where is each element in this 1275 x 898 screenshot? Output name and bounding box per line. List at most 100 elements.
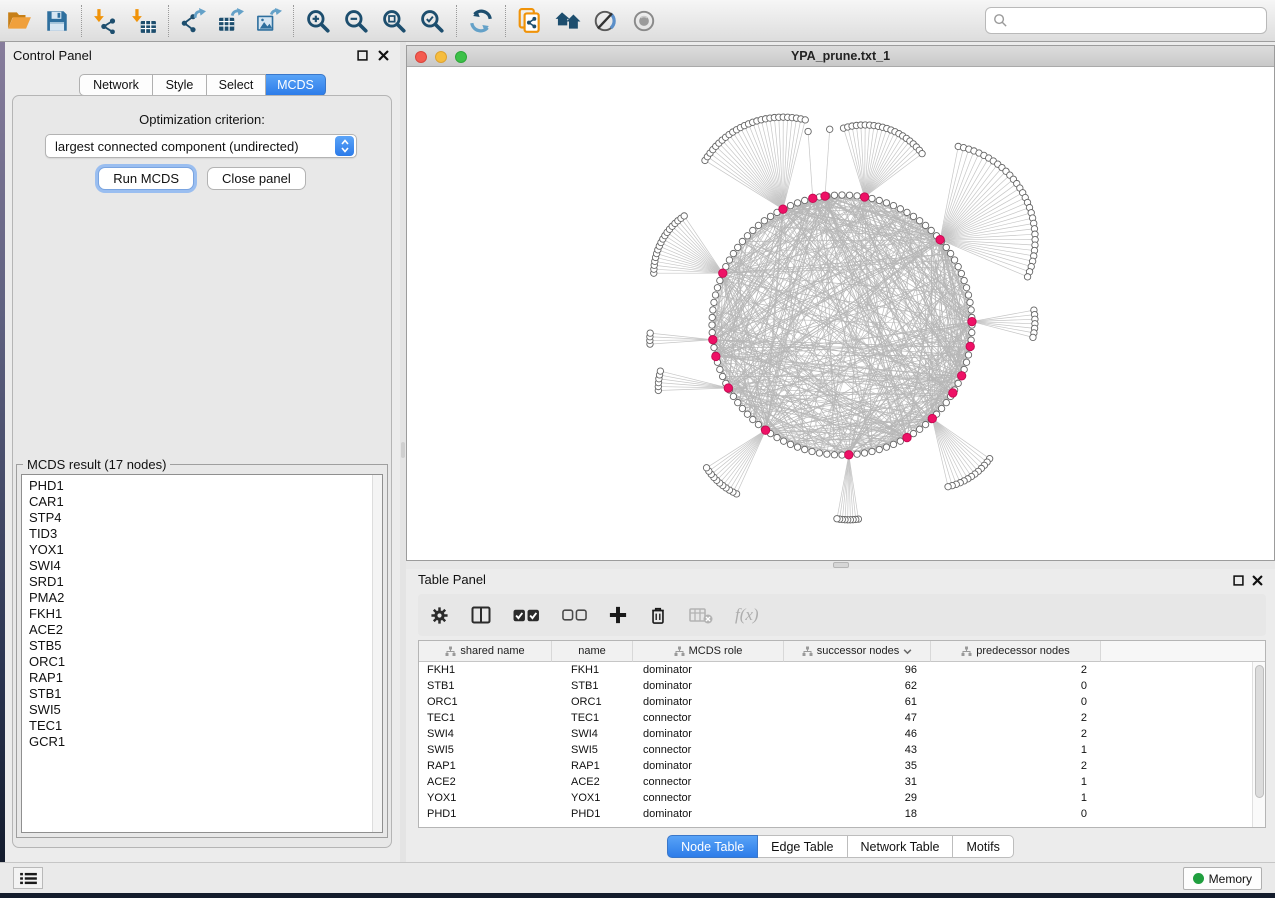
mcds-result-item[interactable]: TID3 bbox=[22, 526, 382, 542]
table-row[interactable]: PHD1PHD1dominator180 bbox=[419, 806, 1265, 822]
hide-selected-button[interactable] bbox=[587, 4, 625, 38]
mcds-result-item[interactable]: STP4 bbox=[22, 510, 382, 526]
column-header-label: name bbox=[578, 645, 606, 657]
add-column-icon[interactable] bbox=[609, 606, 627, 624]
delete-column-trash-icon[interactable] bbox=[649, 605, 667, 625]
zoom-in-button[interactable] bbox=[299, 4, 337, 38]
search-field[interactable] bbox=[985, 7, 1267, 34]
table-row[interactable]: TEC1TEC1connector472 bbox=[419, 710, 1265, 726]
table-row[interactable]: STB1STB1dominator620 bbox=[419, 678, 1265, 694]
column-header[interactable]: successor nodes bbox=[784, 641, 931, 662]
tab-network[interactable]: Network bbox=[79, 74, 153, 96]
import-network-icon bbox=[93, 8, 119, 34]
memory-button[interactable]: Memory bbox=[1183, 867, 1262, 890]
optimization-criterion-label: Optimization criterion: bbox=[13, 112, 391, 127]
search-input[interactable] bbox=[1008, 8, 1266, 33]
zoom-out-button[interactable] bbox=[337, 4, 375, 38]
mcds-result-item[interactable]: ACE2 bbox=[22, 622, 382, 638]
table-panel: Table Panel f(x) shared namenameMCDS rol… bbox=[406, 569, 1275, 862]
table-scrollbar-thumb[interactable] bbox=[1255, 665, 1264, 798]
close-panel-icon[interactable] bbox=[377, 49, 390, 62]
select-all-icon[interactable] bbox=[513, 608, 540, 623]
column-header[interactable]: MCDS role bbox=[633, 641, 784, 662]
mcds-result-item[interactable]: CAR1 bbox=[22, 494, 382, 510]
import-table-icon bbox=[131, 8, 157, 34]
table-scrollbar[interactable] bbox=[1252, 662, 1265, 827]
horizontal-splitter-handle[interactable] bbox=[833, 562, 849, 568]
float-panel-icon[interactable] bbox=[356, 49, 369, 62]
network-titlebar[interactable]: YPA_prune.txt_1 bbox=[407, 46, 1274, 67]
mcds-result-item[interactable]: ORC1 bbox=[22, 654, 382, 670]
export-table-button[interactable] bbox=[212, 4, 250, 38]
float-table-panel-icon[interactable] bbox=[1233, 573, 1244, 591]
tab-node-table[interactable]: Node Table bbox=[667, 835, 758, 858]
close-panel-button[interactable]: Close panel bbox=[207, 167, 306, 190]
mcds-result-item[interactable]: FKH1 bbox=[22, 606, 382, 622]
mcds-result-item[interactable]: SWI5 bbox=[22, 702, 382, 718]
result-list-scrollbar[interactable] bbox=[372, 475, 382, 832]
tab-motifs[interactable]: Motifs bbox=[953, 835, 1013, 858]
table-row[interactable]: SWI4SWI4dominator462 bbox=[419, 726, 1265, 742]
mcds-result-item[interactable]: STB1 bbox=[22, 686, 382, 702]
mcds-result-item[interactable]: SWI4 bbox=[22, 558, 382, 574]
mcds-result-item[interactable]: PHD1 bbox=[22, 478, 382, 494]
deselect-all-icon[interactable] bbox=[562, 608, 587, 622]
open-session-button[interactable] bbox=[0, 4, 38, 38]
table-row[interactable]: SWI5SWI5connector431 bbox=[419, 742, 1265, 758]
table-row[interactable]: ORC1ORC1dominator610 bbox=[419, 694, 1265, 710]
refresh-icon bbox=[468, 8, 494, 34]
table-cell: 35 bbox=[784, 758, 931, 774]
new-network-from-selection-button[interactable] bbox=[511, 4, 549, 38]
table-row[interactable]: FKH1FKH1dominator962 bbox=[419, 662, 1265, 678]
close-table-panel-icon[interactable] bbox=[1252, 573, 1263, 591]
mcds-result-item[interactable]: YOX1 bbox=[22, 542, 382, 558]
table-row[interactable]: ACE2ACE2connector311 bbox=[419, 774, 1265, 790]
mcds-result-item[interactable]: STB5 bbox=[22, 638, 382, 654]
table-cell: SWI4 bbox=[552, 726, 633, 742]
mcds-result-item[interactable]: PMA2 bbox=[22, 590, 382, 606]
tab-mcds[interactable]: MCDS bbox=[266, 74, 326, 96]
refresh-layout-button[interactable] bbox=[462, 4, 500, 38]
table-cell: PHD1 bbox=[419, 806, 552, 822]
table-cell: PHD1 bbox=[552, 806, 633, 822]
mcds-result-item[interactable]: GCR1 bbox=[22, 734, 382, 750]
import-network-button[interactable] bbox=[87, 4, 125, 38]
table-cell: 31 bbox=[784, 774, 931, 790]
tab-select[interactable]: Select bbox=[207, 74, 266, 96]
table-row[interactable]: RAP1RAP1dominator352 bbox=[419, 758, 1265, 774]
mcds-result-item[interactable]: TEC1 bbox=[22, 718, 382, 734]
table-cell: 29 bbox=[784, 790, 931, 806]
zoom-selected-button[interactable] bbox=[413, 4, 451, 38]
column-header[interactable]: shared name bbox=[419, 641, 552, 662]
table-cell: connector bbox=[633, 742, 784, 758]
network-title: YPA_prune.txt_1 bbox=[407, 49, 1274, 63]
export-network-button[interactable] bbox=[174, 4, 212, 38]
mcds-result-item[interactable]: SRD1 bbox=[22, 574, 382, 590]
vertical-splitter-handle[interactable] bbox=[401, 442, 405, 458]
horizontal-splitter[interactable] bbox=[406, 561, 1275, 569]
settings-gear-icon[interactable] bbox=[430, 606, 449, 625]
show-all-button[interactable] bbox=[625, 4, 663, 38]
sort-descending-icon bbox=[903, 648, 912, 655]
table-row[interactable]: YOX1YOX1connector291 bbox=[419, 790, 1265, 806]
column-header[interactable]: predecessor nodes bbox=[931, 641, 1101, 662]
run-mcds-button[interactable]: Run MCDS bbox=[98, 167, 194, 190]
mcds-result-item[interactable]: RAP1 bbox=[22, 670, 382, 686]
import-table-button[interactable] bbox=[125, 4, 163, 38]
zoom-out-icon bbox=[343, 8, 369, 34]
control-panel: Control Panel Network Style Select MCDS … bbox=[5, 42, 400, 862]
memory-label: Memory bbox=[1209, 872, 1252, 886]
show-column-panel-icon[interactable] bbox=[471, 605, 491, 625]
column-header[interactable]: name bbox=[552, 641, 633, 662]
tab-edge-table[interactable]: Edge Table bbox=[758, 835, 847, 858]
tab-style[interactable]: Style bbox=[153, 74, 207, 96]
mcds-result-list[interactable]: PHD1CAR1STP4TID3YOX1SWI4SRD1PMA2FKH1ACE2… bbox=[21, 474, 383, 833]
export-image-button[interactable] bbox=[250, 4, 288, 38]
optimization-criterion-dropdown[interactable]: largest connected component (undirected) bbox=[45, 134, 357, 158]
network-svg[interactable] bbox=[407, 67, 1274, 560]
first-neighbors-button[interactable] bbox=[549, 4, 587, 38]
status-menu-button[interactable] bbox=[13, 867, 43, 889]
save-session-button[interactable] bbox=[38, 4, 76, 38]
zoom-fit-button[interactable] bbox=[375, 4, 413, 38]
tab-network-table[interactable]: Network Table bbox=[848, 835, 954, 858]
